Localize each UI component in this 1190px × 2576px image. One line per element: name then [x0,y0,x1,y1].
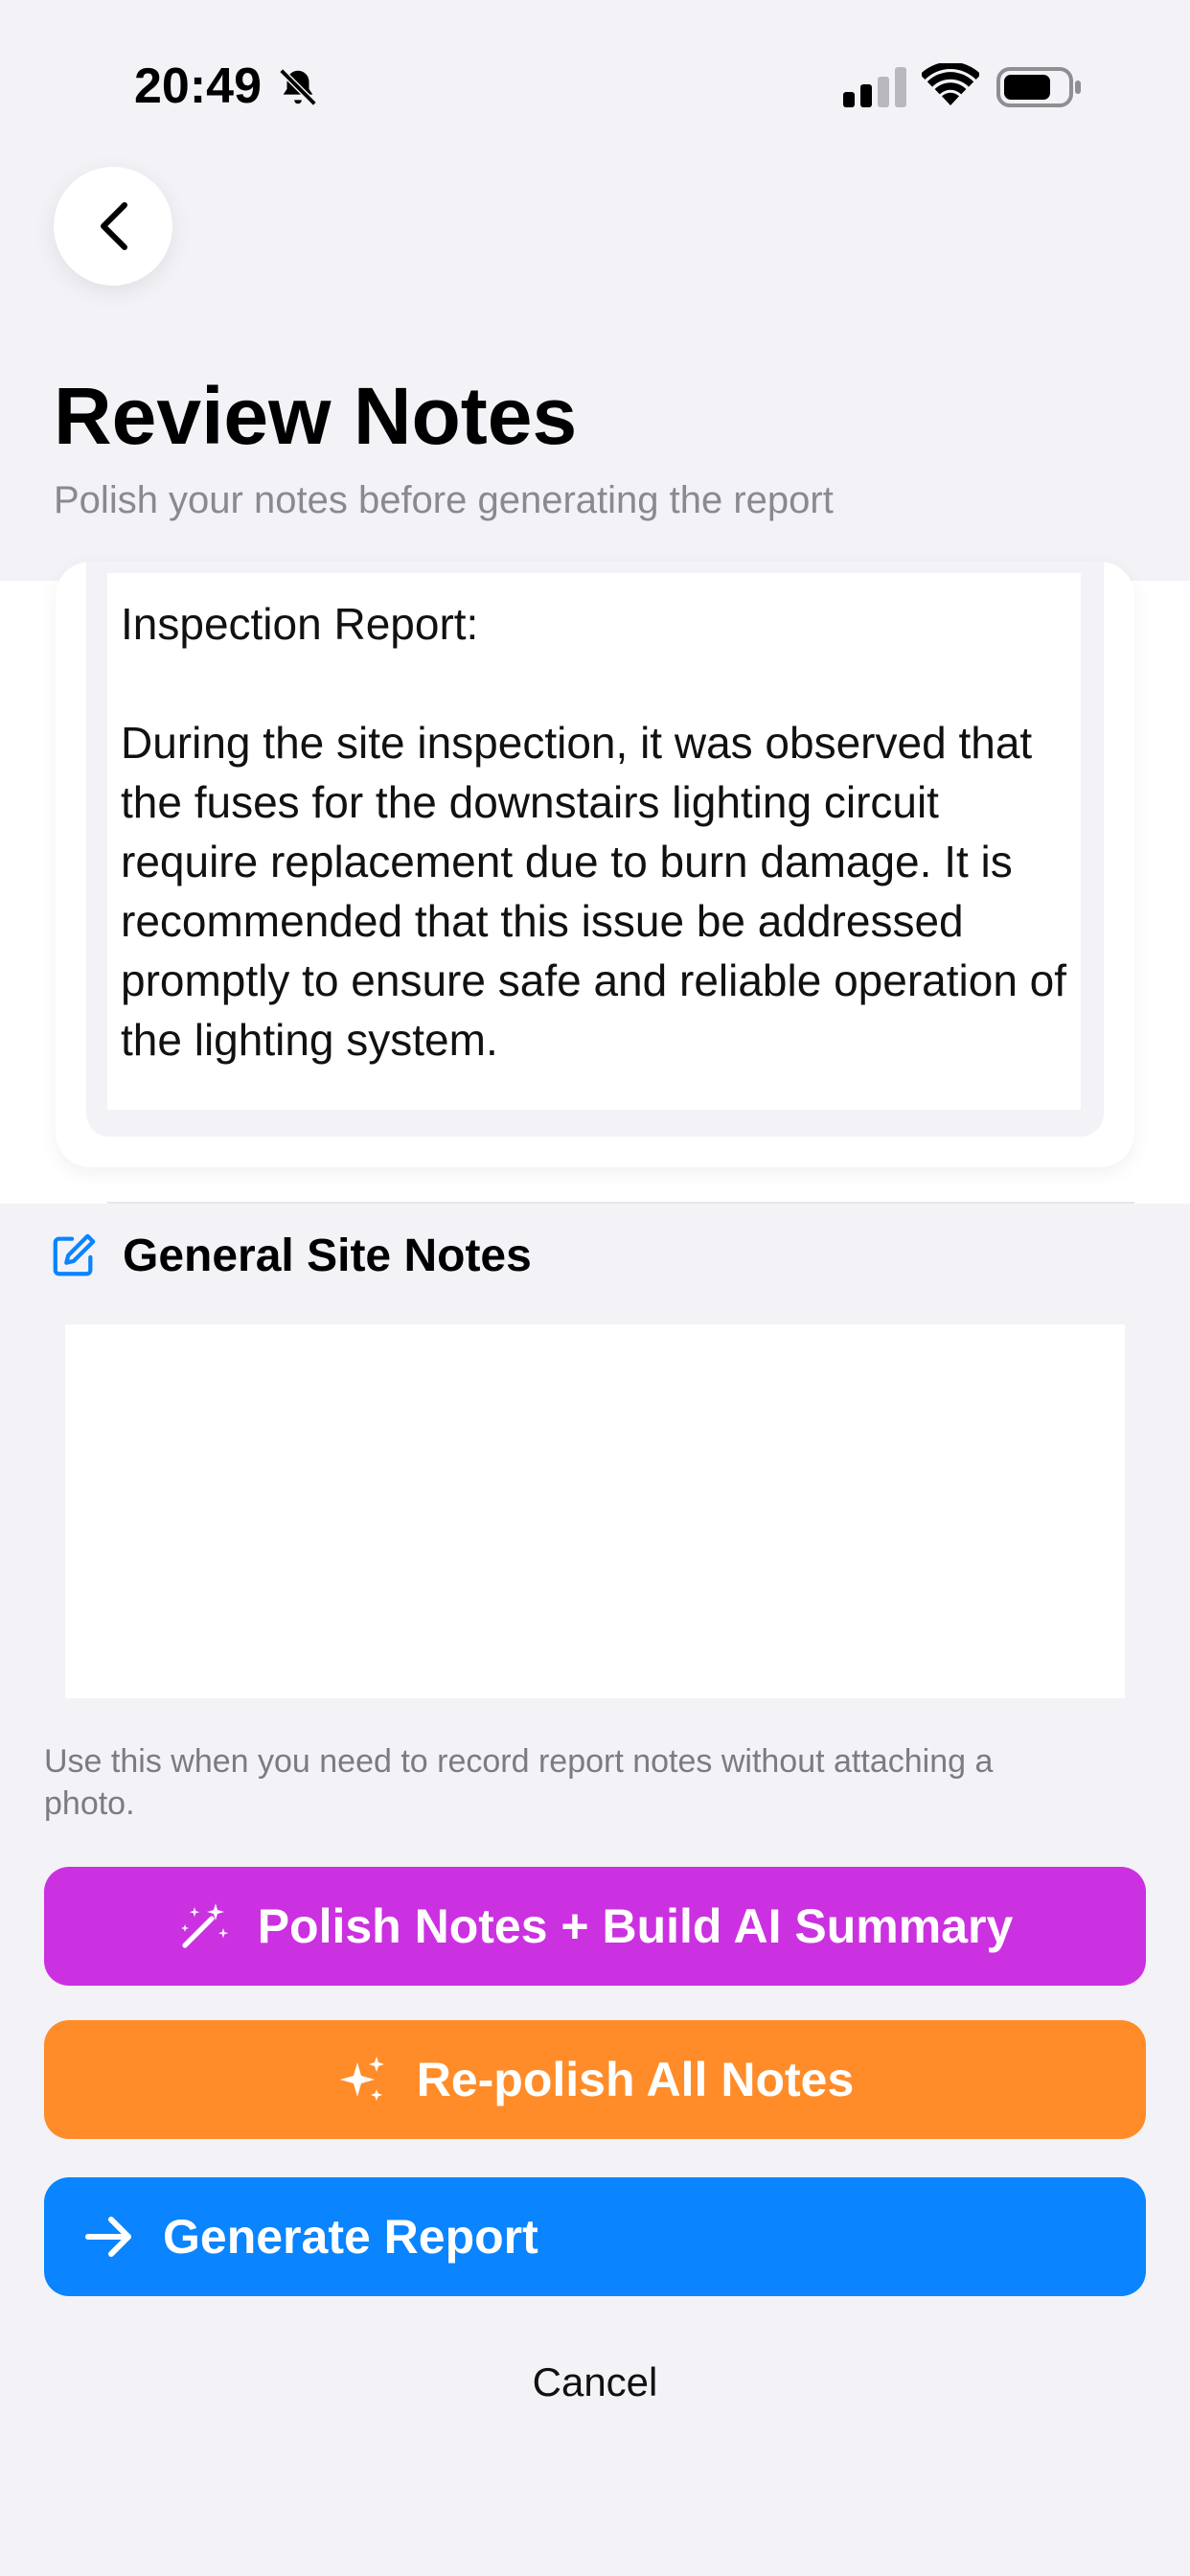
polish-button-label: Polish Notes + Build AI Summary [257,1899,1014,1953]
page-title: Review Notes [54,371,578,461]
divider [107,1202,1134,1204]
back-button[interactable] [54,167,172,286]
square-pencil-icon [53,1233,96,1276]
repolish-button-label: Re-polish All Notes [416,2053,855,2106]
general-site-notes-header: General Site Notes [50,1227,532,1284]
battery-icon [996,67,1081,107]
general-site-notes-title: General Site Notes [123,1230,532,1281]
cancel-button[interactable]: Cancel [0,2359,1190,2405]
notes-scroll-area[interactable]: Inspection Report: During the site inspe… [0,562,1190,1204]
review-notes-screen: 20:49 Review Notes Polish your notes bef… [0,0,1190,2576]
note-card: Inspection Report: During the site inspe… [56,562,1134,1167]
bell-slash-icon [279,68,317,106]
arrow-right-icon [85,2217,131,2257]
polished-note-textarea[interactable]: Inspection Report: During the site inspe… [107,573,1081,1110]
status-time: 20:49 [134,58,262,114]
signal-icon [843,67,906,107]
general-site-notes-input[interactable] [65,1324,1125,1698]
note-card-body: Inspection Report: During the site inspe… [86,562,1104,1137]
generate-button-label: Generate Report [163,2210,538,2264]
generate-report-button[interactable]: Generate Report [44,2177,1146,2296]
re-polish-all-notes-button[interactable]: Re-polish All Notes [44,2020,1146,2139]
sparkles-icon [339,2057,384,2101]
status-bar: 20:49 [0,0,1190,172]
chevron-left-icon [101,202,127,250]
wifi-icon [922,63,979,105]
page-subtitle: Polish your notes before generating the … [54,479,834,521]
polish-notes-build-ai-summary-button[interactable]: Polish Notes + Build AI Summary [44,1867,1146,1986]
magic-wand-icon [180,1903,228,1948]
general-site-notes-helper: Use this when you need to record report … [44,1743,994,1822]
